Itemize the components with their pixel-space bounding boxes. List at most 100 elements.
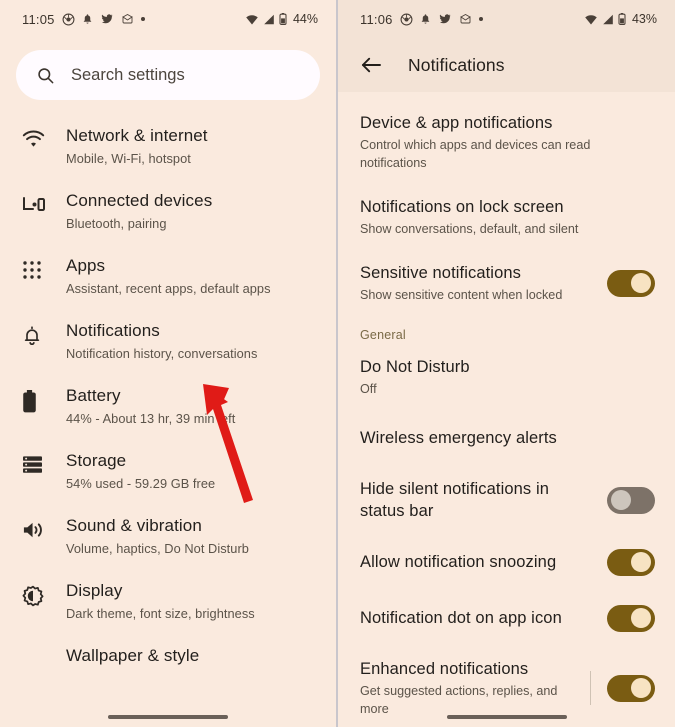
signal-icon (602, 14, 614, 25)
pref-row-subtitle: Off (360, 382, 377, 396)
settings-row-sound[interactable]: Sound & vibration Volume, haptics, Do No… (0, 504, 336, 569)
pref-row-text: Device & app notifications Control which… (360, 112, 655, 172)
toggle-knob (631, 552, 651, 572)
settings-row-subtitle: Assistant, recent apps, default apps (66, 281, 271, 296)
settings-row-text: Display Dark theme, font size, brightnes… (64, 580, 320, 623)
pref-row-subtitle: Get suggested actions, replies, and more (360, 684, 558, 716)
settings-row-title: Wallpaper & style (66, 646, 200, 665)
settings-row-title: Display (66, 581, 123, 600)
brightness-icon (22, 580, 64, 607)
pref-row-title: Notification dot on app icon (360, 609, 562, 627)
pref-row-text: Enhanced notifications Get suggested act… (360, 658, 590, 718)
battery-icon (618, 13, 626, 25)
pref-row-sensitive-notifications[interactable]: Sensitive notifications Show sensitive c… (338, 250, 675, 316)
battery-icon (22, 385, 64, 413)
settings-row-title: Sound & vibration (66, 516, 202, 535)
wifi-icon (22, 125, 64, 149)
pref-row-text: Notification dot on app icon (360, 607, 607, 629)
toggle-allow-snoozing[interactable] (607, 548, 655, 576)
pref-row-allow-snoozing[interactable]: Allow notification snoozing (338, 534, 675, 590)
pref-row-title: Do Not Disturb (360, 358, 470, 376)
status-bar-left-cluster: 11:05 (22, 12, 245, 27)
search-icon (36, 66, 55, 85)
nav-pill[interactable] (108, 715, 228, 719)
pref-row-device-app-notifications[interactable]: Device & app notifications Control which… (338, 100, 675, 184)
status-bar-left-cluster: 11:06 (360, 12, 584, 27)
pref-row-wireless-emergency-alerts[interactable]: Wireless emergency alerts (338, 410, 675, 466)
chrome-icon (400, 13, 413, 26)
settings-row-text: Battery 44% - About 13 hr, 39 min left (64, 385, 320, 428)
gesture-nav-bar-right[interactable] (338, 715, 675, 719)
pref-row-hide-silent-notifications[interactable]: Hide silent notifications in status bar (338, 466, 675, 534)
toggle-knob (631, 273, 651, 293)
nav-pill[interactable] (446, 715, 567, 719)
settings-row-title: Battery (66, 386, 121, 405)
gesture-nav-bar-left[interactable] (0, 715, 336, 719)
mail-icon (459, 13, 472, 25)
settings-row-wallpaper[interactable]: Wallpaper & style (0, 634, 336, 696)
settings-home-screen: 11:05 44% Search settings Network & inte… (0, 0, 337, 727)
battery-icon (279, 13, 287, 25)
twitter-icon (100, 13, 114, 25)
status-bar-left: 11:05 44% (0, 0, 336, 38)
status-time: 11:05 (22, 11, 55, 27)
pref-row-do-not-disturb[interactable]: Do Not Disturb Off (338, 344, 675, 410)
settings-row-display[interactable]: Display Dark theme, font size, brightnes… (0, 569, 336, 634)
more-dot-icon (140, 17, 145, 21)
toggle-sensitive-notifications[interactable] (607, 269, 655, 297)
wifi-icon (584, 14, 598, 25)
toggle-notification-dot[interactable] (607, 604, 655, 632)
settings-row-subtitle: Mobile, Wi-Fi, hotspot (66, 151, 191, 166)
volume-icon (22, 515, 64, 540)
settings-row-subtitle: 44% - About 13 hr, 39 min left (66, 411, 236, 426)
bell-icon (420, 13, 431, 25)
toggle-knob (611, 490, 631, 510)
pref-row-subtitle: Control which apps and devices can read … (360, 138, 591, 170)
settings-row-text: Sound & vibration Volume, haptics, Do No… (64, 515, 320, 558)
signal-icon (263, 14, 275, 25)
settings-row-notifications[interactable]: Notifications Notification history, conv… (0, 309, 336, 374)
settings-row-apps[interactable]: Apps Assistant, recent apps, default app… (0, 244, 336, 309)
toggle-knob (631, 678, 651, 698)
settings-row-connected-devices[interactable]: Connected devices Bluetooth, pairing (0, 179, 336, 244)
page-title: Notifications (408, 54, 505, 75)
status-time: 11:06 (360, 11, 393, 27)
settings-row-network[interactable]: Network & internet Mobile, Wi-Fi, hotspo… (0, 114, 336, 179)
battery-percent: 43% (631, 12, 657, 26)
settings-row-battery[interactable]: Battery 44% - About 13 hr, 39 min left (0, 374, 336, 439)
pref-row-title: Notifications on lock screen (360, 198, 564, 216)
toggle-enhanced-notifications[interactable] (607, 674, 655, 702)
pref-row-title: Device & app notifications (360, 114, 553, 132)
notifications-settings-screen: 11:06 43% Notifications Device & app not… (337, 0, 675, 727)
pref-row-text: Allow notification snoozing (360, 551, 607, 573)
back-arrow-icon[interactable] (358, 52, 384, 78)
settings-row-title: Notifications (66, 321, 160, 340)
pref-row-text: Sensitive notifications Show sensitive c… (360, 262, 607, 304)
settings-row-subtitle: Volume, haptics, Do Not Disturb (66, 541, 249, 556)
status-bar-right-cluster: 43% (584, 12, 657, 26)
app-toolbar: Notifications (338, 38, 675, 92)
settings-row-text: Storage 54% used - 59.29 GB free (64, 450, 320, 493)
storage-icon (22, 450, 64, 474)
pref-row-title: Sensitive notifications (360, 264, 521, 282)
status-bar-right: 11:06 43% (338, 0, 675, 38)
settings-row-subtitle: 54% used - 59.29 GB free (66, 476, 216, 491)
pref-row-title: Enhanced notifications (360, 660, 529, 678)
settings-row-subtitle: Notification history, conversations (66, 346, 258, 361)
row-divider (590, 671, 591, 705)
settings-list: Network & internet Mobile, Wi-Fi, hotspo… (0, 100, 336, 696)
section-header-general: General (360, 328, 406, 342)
pref-row-title: Allow notification snoozing (360, 553, 557, 571)
settings-row-text: Notifications Notification history, conv… (64, 320, 320, 363)
notification-settings-list: Device & app notifications Control which… (338, 92, 675, 727)
twitter-icon (438, 13, 452, 25)
pref-row-lock-screen[interactable]: Notifications on lock screen Show conver… (338, 184, 675, 250)
pref-row-notification-dot[interactable]: Notification dot on app icon (338, 590, 675, 646)
pref-row-title: Hide silent notifications in status bar (360, 480, 549, 520)
pref-row-title: Wireless emergency alerts (360, 429, 557, 447)
toggle-hide-silent-notifications[interactable] (607, 486, 655, 514)
settings-row-storage[interactable]: Storage 54% used - 59.29 GB free (0, 439, 336, 504)
settings-row-title: Apps (66, 256, 106, 275)
search-input[interactable]: Search settings (16, 50, 320, 100)
devices-icon (22, 190, 64, 215)
